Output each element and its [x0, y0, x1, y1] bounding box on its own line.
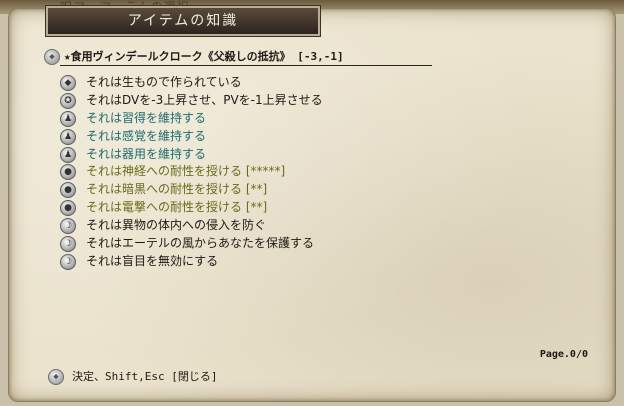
attribute-row: ☽ それはエーテルの風からあなたを保護する	[60, 235, 323, 253]
attribute-row: ♟ それは習得を維持する	[60, 110, 323, 128]
item-bullet-icon: ◆	[44, 49, 60, 65]
page-indicator: Page.0/0	[539, 349, 588, 360]
hint-icon: ◆	[48, 369, 64, 385]
footer-hint: ◆ 決定、Shift,Esc [閉じる]	[48, 368, 217, 386]
attribute-row: ● それは暗黒への耐性を授ける [**]	[60, 181, 323, 199]
attribute-row: ♟ それは器用を維持する	[60, 146, 323, 164]
attribute-text: それは神経への耐性を授ける [*****]	[86, 164, 286, 179]
item-name-underline	[60, 65, 432, 66]
attribute-text: それは盲目を無効にする	[86, 253, 219, 268]
item-name-row: ◆ ★食用ヴィンデールクローク《父殺しの抵抗》 [-3,-1]	[44, 49, 344, 65]
attribute-row: ✪ それはDVを-3上昇させ、PVを-1上昇させる	[60, 92, 323, 110]
attribute-text: それは電撃への耐性を授ける [**]	[86, 200, 268, 215]
resist-icon: ●	[60, 200, 76, 217]
attribute-text: それはエーテルの風からあなたを保護する	[86, 236, 315, 251]
attribute-text: それは暗黒への耐性を授ける [**]	[86, 182, 268, 197]
attribute-row: ● それは神経への耐性を授ける [*****]	[60, 163, 323, 181]
skill-icon: ♟	[60, 146, 76, 163]
resist-icon: ●	[60, 182, 76, 199]
attribute-text: それはDVを-3上昇させ、PVを-1上昇させる	[86, 92, 323, 107]
attribute-text: それは異物の体内への侵入を防ぐ	[86, 218, 267, 233]
attribute-text: それは器用を維持する	[86, 146, 207, 161]
diamond-icon: ◆	[60, 74, 76, 91]
attribute-list: ◆ それは生もので作られている ✪ それはDVを-3上昇させ、PVを-1上昇させる ♟ そ…	[60, 74, 323, 271]
attribute-row: ● それは電撃への耐性を授ける [**]	[60, 199, 323, 217]
attribute-row: ☽ それは異物の体内への侵入を防ぐ	[60, 217, 323, 235]
item-name: ★食用ヴィンデールクローク《父殺しの抵抗》 [-3,-1]	[64, 50, 344, 63]
attribute-row: ◆ それは生もので作られている	[60, 74, 323, 92]
window-title: アイテムの知識	[46, 6, 320, 36]
attribute-row: ♟ それは感覚を維持する	[60, 128, 323, 146]
footer-hint-text: 決定、Shift,Esc [閉じる]	[72, 370, 218, 383]
attribute-row: ☽ それは盲目を無効にする	[60, 253, 323, 271]
resist-icon: ●	[60, 164, 76, 181]
shield-icon: ✪	[60, 92, 76, 109]
attribute-text: それは習得を維持する	[86, 110, 207, 125]
skill-icon: ♟	[60, 128, 76, 145]
attribute-text: それは感覚を維持する	[86, 128, 207, 143]
special-icon: ☽	[60, 235, 76, 252]
special-icon: ☽	[60, 218, 76, 235]
attribute-text: それは生もので作られている	[86, 75, 242, 89]
special-icon: ☽	[60, 253, 76, 270]
skill-icon: ♟	[60, 110, 76, 127]
